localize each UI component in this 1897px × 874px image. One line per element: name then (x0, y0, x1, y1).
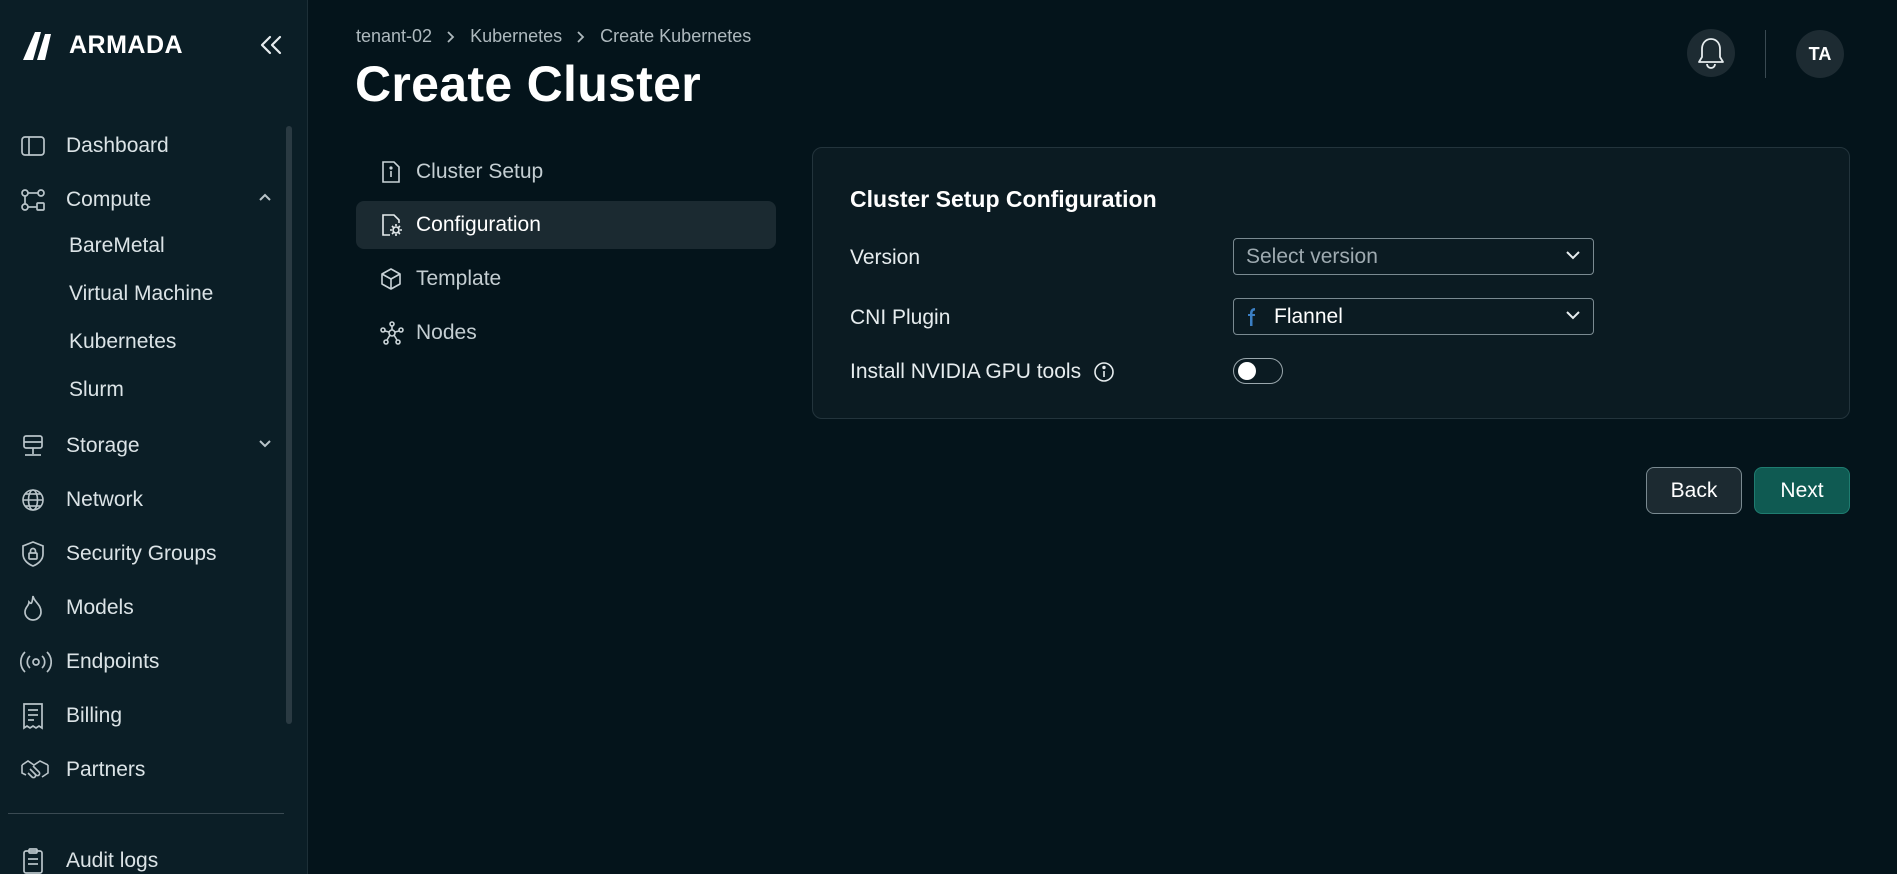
cluster-configuration-card: Cluster Setup Configuration Version Sele… (812, 147, 1850, 419)
flame-icon (20, 593, 54, 623)
gpu-tools-field: Install NVIDIA GPU tools (850, 360, 1115, 384)
header-divider (1765, 30, 1766, 78)
sidebar-item-security-groups[interactable]: Security Groups (20, 534, 280, 574)
breadcrumb-tenant[interactable]: tenant-02 (356, 26, 432, 47)
step-label: Template (416, 267, 502, 290)
step-template[interactable]: Template (356, 255, 776, 303)
step-cluster-setup[interactable]: Cluster Setup (356, 148, 776, 196)
handshake-icon (20, 755, 54, 785)
dashboard-icon (20, 131, 54, 161)
collapse-sidebar-button[interactable] (256, 30, 286, 60)
broadcast-icon (20, 647, 54, 677)
sidebar-subitem-kubernetes[interactable]: Kubernetes (69, 324, 176, 360)
sidebar-item-billing[interactable]: Billing (20, 696, 280, 736)
sidebar-item-label: Security Groups (66, 542, 217, 565)
flannel-icon (1246, 306, 1264, 328)
breadcrumb-current: Create Kubernetes (600, 26, 752, 46)
sidebar-subitem-baremetal[interactable]: BareMetal (69, 228, 165, 264)
sidebar-item-label: Billing (66, 704, 123, 727)
version-label: Version (850, 246, 921, 269)
next-button[interactable]: Next (1754, 467, 1850, 514)
cni-plugin-label: CNI Plugin (850, 306, 951, 329)
chevron-down-icon (1565, 249, 1581, 261)
document-gear-icon (380, 213, 404, 237)
sidebar-scrollbar[interactable] (286, 126, 292, 724)
globe-icon (20, 485, 54, 515)
page-title: Create Cluster (355, 56, 701, 112)
sidebar-item-label: Dashboard (66, 134, 169, 157)
receipt-icon (20, 701, 54, 731)
step-label: Cluster Setup (416, 160, 544, 183)
notifications-button[interactable] (1687, 29, 1735, 77)
clipboard-icon (20, 846, 54, 874)
avatar[interactable]: TA (1796, 30, 1844, 78)
sidebar-item-models[interactable]: Models (20, 588, 280, 628)
chevron-right-icon (576, 30, 586, 44)
version-placeholder: Select version (1246, 244, 1378, 268)
brand-logo[interactable]: ARMADA (21, 28, 183, 62)
sidebar-item-label: Storage (66, 434, 140, 457)
armada-logo-icon (21, 28, 61, 62)
step-label: Nodes (416, 321, 477, 344)
version-select[interactable]: Select version (1233, 238, 1594, 275)
brand-name: ARMADA (69, 30, 184, 59)
sidebar-item-partners[interactable]: Partners (20, 750, 280, 790)
double-chevron-left-icon (258, 34, 284, 56)
chevron-up-icon (258, 192, 272, 202)
nodes-icon (380, 321, 404, 345)
sidebar-item-label: Models (66, 596, 134, 619)
sidebar-item-label: Partners (66, 758, 146, 781)
sidebar-item-storage[interactable]: Storage (20, 426, 280, 466)
breadcrumb-kubernetes[interactable]: Kubernetes (470, 26, 562, 47)
sidebar-item-dashboard[interactable]: Dashboard (20, 126, 280, 166)
sidebar-subitem-slurm[interactable]: Slurm (69, 372, 124, 408)
back-button[interactable]: Back (1646, 467, 1742, 514)
chevron-down-icon (1565, 309, 1581, 321)
sidebar-item-label: Network (66, 488, 144, 511)
step-label: Configuration (416, 213, 541, 236)
toggle-knob (1238, 362, 1256, 380)
bell-icon (1696, 36, 1726, 70)
sidebar-item-network[interactable]: Network (20, 480, 280, 520)
cube-icon (380, 267, 404, 291)
compute-icon (20, 185, 54, 215)
document-info-icon (380, 160, 404, 184)
sidebar-item-label: Compute (66, 188, 152, 211)
gpu-tools-label: Install NVIDIA GPU tools (850, 360, 1082, 383)
step-nodes[interactable]: Nodes (356, 309, 776, 357)
sidebar-subitem-virtual-machine[interactable]: Virtual Machine (69, 276, 213, 312)
sidebar-divider (8, 813, 284, 814)
cni-plugin-value: Flannel (1274, 304, 1343, 328)
shield-lock-icon (20, 539, 54, 569)
sidebar-item-label: Audit logs (66, 849, 159, 872)
info-circle-icon[interactable] (1093, 361, 1115, 383)
chevron-down-icon (258, 438, 272, 448)
breadcrumb: tenant-02 Kubernetes Create Kubernetes (356, 26, 751, 47)
gpu-tools-toggle[interactable] (1233, 358, 1283, 384)
chevron-right-icon (446, 30, 456, 44)
cni-plugin-select[interactable]: Flannel (1233, 298, 1594, 335)
sidebar-item-audit-logs[interactable]: Audit logs (20, 841, 280, 874)
storage-icon (20, 431, 54, 461)
sidebar-item-endpoints[interactable]: Endpoints (20, 642, 280, 682)
card-title: Cluster Setup Configuration (850, 186, 1157, 212)
sidebar: ARMADA Dashboard Compute BareMetal Virtu… (0, 0, 308, 874)
sidebar-item-label: Endpoints (66, 650, 160, 673)
step-configuration[interactable]: Configuration (356, 201, 776, 249)
sidebar-item-compute[interactable]: Compute (20, 180, 280, 220)
